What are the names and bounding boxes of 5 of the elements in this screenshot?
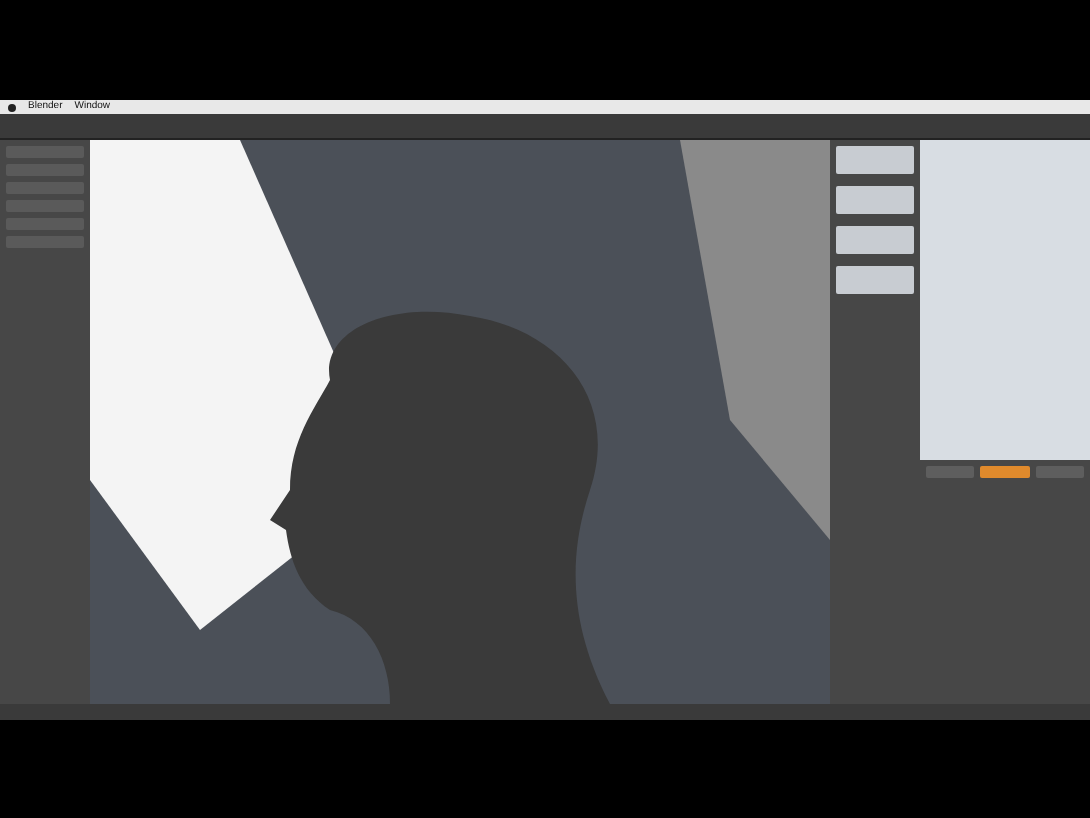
properties-tab[interactable] — [980, 466, 1030, 478]
value-field[interactable] — [836, 226, 914, 254]
value-field[interactable] — [836, 186, 914, 214]
value-field[interactable] — [836, 146, 914, 174]
value-field[interactable] — [836, 266, 914, 294]
